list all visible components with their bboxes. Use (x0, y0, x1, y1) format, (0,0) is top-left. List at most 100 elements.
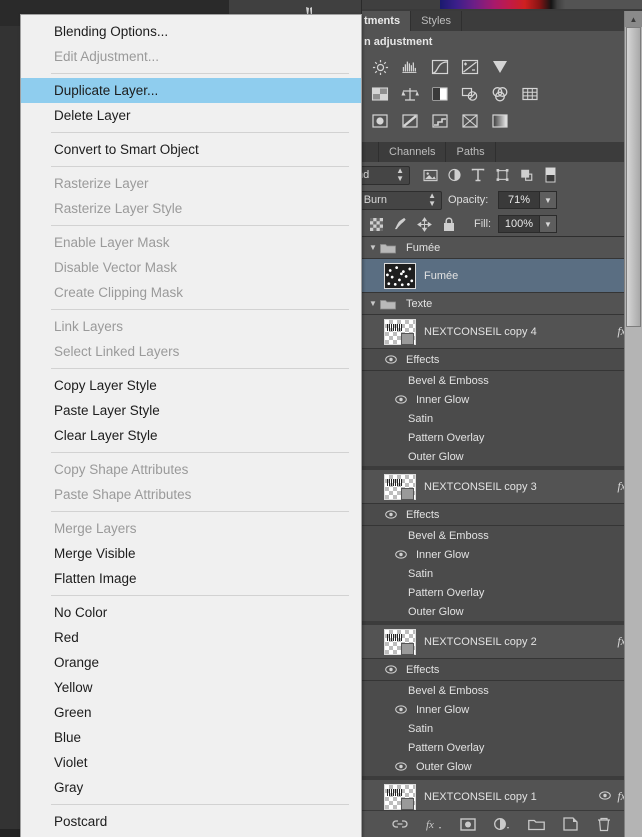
menu-item-red[interactable]: Red (21, 625, 361, 650)
curves-icon[interactable] (428, 57, 452, 77)
layer-context-menu[interactable]: Blending Options... Edit Adjustment... D… (20, 14, 362, 837)
levels-icon[interactable] (398, 57, 422, 77)
layer-group-row[interactable]: ▼ Fumée (362, 237, 642, 259)
layer-row[interactable]: NEXTCONSEIL copy 2 fx (362, 625, 642, 659)
layer-thumbnail[interactable] (384, 262, 416, 289)
eye-icon[interactable] (394, 703, 408, 717)
blend-mode-select[interactable]: r Burn ▲ ▼ (354, 190, 442, 210)
effects-row[interactable]: Effects (362, 349, 642, 371)
menu-item-duplicate-layer[interactable]: Duplicate Layer... (21, 78, 361, 103)
lock-transparent-icon[interactable] (368, 215, 385, 233)
brightness-contrast-icon[interactable] (368, 57, 392, 77)
opacity-value[interactable]: 71% (498, 191, 540, 209)
layer-thumbnail[interactable] (384, 628, 416, 655)
threshold-icon[interactable] (428, 111, 452, 131)
effect-row[interactable]: Pattern Overlay (362, 583, 642, 602)
effect-row[interactable]: Outer Glow (362, 602, 642, 621)
pixel-filter-icon[interactable] (418, 165, 442, 185)
lock-position-icon[interactable] (416, 215, 433, 233)
color-lookup-icon[interactable] (518, 84, 542, 104)
eye-icon[interactable] (384, 508, 398, 522)
tab-adjustments[interactable]: tments (362, 11, 412, 31)
new-layer-icon[interactable] (561, 815, 579, 833)
invert-icon[interactable] (368, 111, 392, 131)
tab-paths[interactable]: Paths (446, 142, 496, 162)
fill-value[interactable]: 100% (498, 215, 540, 233)
layer-thumbnail[interactable] (384, 783, 416, 810)
selective-color-icon[interactable] (458, 111, 482, 131)
filter-toggle-icon[interactable] (538, 165, 562, 185)
menu-item-blending-options[interactable]: Blending Options... (21, 19, 361, 44)
eye-icon[interactable] (384, 353, 398, 367)
layers-list[interactable]: ▼ Fumée Fumée ▼ Texte NEXTCONSEIL copy 4… (362, 236, 642, 810)
menu-item-merge-visible[interactable]: Merge Visible (21, 541, 361, 566)
color-spectrum-strip[interactable] (440, 0, 642, 9)
fill-dropdown-icon[interactable]: ▼ (540, 215, 557, 233)
tab-channels[interactable]: Channels (379, 142, 447, 162)
vibrance-icon[interactable] (488, 57, 512, 77)
gradient-map-icon[interactable] (488, 111, 512, 131)
dock-scrollbar[interactable]: ▲ (624, 11, 642, 837)
effect-row[interactable]: Satin (362, 719, 642, 738)
layer-row-selected[interactable]: Fumée (362, 259, 642, 293)
eye-icon[interactable] (394, 393, 408, 407)
new-fill-adjustment-icon[interactable] (493, 815, 511, 833)
effect-row[interactable]: Inner Glow (362, 700, 642, 719)
effect-row[interactable]: Bevel & Emboss (362, 526, 642, 545)
effect-row[interactable]: Pattern Overlay (362, 738, 642, 757)
layer-row[interactable]: NEXTCONSEIL copy 4 fx (362, 315, 642, 349)
menu-item-flatten-image[interactable]: Flatten Image (21, 566, 361, 591)
eye-icon[interactable] (599, 790, 612, 803)
eye-icon[interactable] (384, 663, 398, 677)
menu-item-gray[interactable]: Gray (21, 775, 361, 800)
opacity-control[interactable]: 71% ▼ (498, 191, 557, 209)
link-layers-icon[interactable] (391, 815, 409, 833)
menu-item-blue[interactable]: Blue (21, 725, 361, 750)
menu-item-convert-to-smart-object[interactable]: Convert to Smart Object (21, 137, 361, 162)
menu-item-clear-layer-style[interactable]: Clear Layer Style (21, 423, 361, 448)
menu-item-paste-layer-style[interactable]: Paste Layer Style (21, 398, 361, 423)
eye-icon[interactable] (394, 760, 408, 774)
layer-thumbnail[interactable] (384, 473, 416, 500)
effect-row[interactable]: Inner Glow (362, 390, 642, 409)
tab-layers-partial[interactable] (362, 142, 379, 162)
smartobject-filter-icon[interactable] (514, 165, 538, 185)
layer-thumbnail[interactable] (384, 318, 416, 345)
effect-row[interactable]: Outer Glow (362, 757, 642, 776)
menu-item-no-color[interactable]: No Color (21, 600, 361, 625)
menu-item-green[interactable]: Green (21, 700, 361, 725)
exposure-icon[interactable] (458, 57, 482, 77)
effect-row[interactable]: Satin (362, 409, 642, 428)
chevron-down-icon[interactable]: ▼ (366, 299, 380, 308)
layer-group-row[interactable]: ▼ Texte (362, 293, 642, 315)
lock-image-icon[interactable] (392, 215, 409, 233)
layer-row[interactable]: NEXTCONSEIL copy 3 fx (362, 470, 642, 504)
lock-all-icon[interactable] (440, 215, 457, 233)
menu-item-copy-layer-style[interactable]: Copy Layer Style (21, 373, 361, 398)
scrollbar-thumb[interactable] (626, 27, 641, 327)
hue-saturation-icon[interactable] (368, 84, 392, 104)
menu-item-orange[interactable]: Orange (21, 650, 361, 675)
delete-layer-icon[interactable] (595, 815, 613, 833)
menu-item-yellow[interactable]: Yellow (21, 675, 361, 700)
fill-control[interactable]: 100% ▼ (498, 215, 557, 233)
shape-filter-icon[interactable] (490, 165, 514, 185)
new-group-icon[interactable] (527, 815, 545, 833)
effect-row[interactable]: Outer Glow (362, 447, 642, 466)
opacity-dropdown-icon[interactable]: ▼ (540, 191, 557, 209)
scroll-up-arrow-icon[interactable]: ▲ (625, 11, 642, 27)
effects-row[interactable]: Effects (362, 504, 642, 526)
effect-row[interactable]: Bevel & Emboss (362, 681, 642, 700)
color-balance-icon[interactable] (398, 84, 422, 104)
effect-row[interactable]: Satin (362, 564, 642, 583)
effect-row[interactable]: Inner Glow (362, 545, 642, 564)
eye-icon[interactable] (394, 548, 408, 562)
menu-item-violet[interactable]: Violet (21, 750, 361, 775)
chevron-down-icon[interactable]: ▼ (366, 243, 380, 252)
effect-row[interactable]: Pattern Overlay (362, 428, 642, 447)
tab-styles[interactable]: Styles (411, 11, 463, 31)
adjustment-filter-icon[interactable] (442, 165, 466, 185)
menu-item-postcard[interactable]: Postcard (21, 809, 361, 834)
photo-filter-icon[interactable] (458, 84, 482, 104)
layer-kind-select[interactable]: nd ▲ ▼ (354, 165, 410, 185)
